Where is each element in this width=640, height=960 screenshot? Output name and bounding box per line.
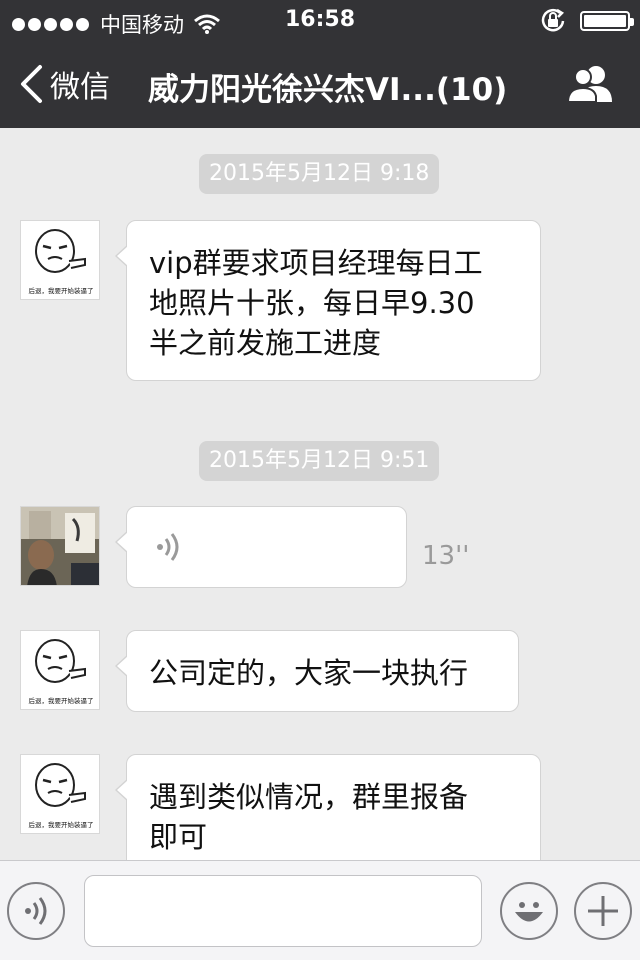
message-bubble[interactable]: 遇到类似情况，群里报备 即可 — [115, 754, 541, 860]
meme-face-avatar-image: 后退，我要开始装逼了 — [21, 631, 99, 709]
message-line: vip群要求项目经理每日工 — [149, 246, 483, 280]
emoji-button[interactable] — [500, 882, 558, 940]
voice-input-button[interactable] — [7, 882, 65, 940]
battery-nub — [630, 18, 634, 26]
voice-input-icon — [25, 897, 47, 925]
voice-message-bubble[interactable] — [115, 506, 407, 588]
chat-title: 威力阳光徐兴杰VI...(10) — [148, 72, 508, 108]
meme-face-avatar[interactable]: 后退，我要开始装逼了 — [20, 630, 100, 710]
message-bubble[interactable]: 公司定的，大家一块执行 — [115, 630, 519, 712]
emoji-smiley-icon — [515, 902, 543, 922]
voice-wave-icon — [157, 533, 179, 561]
rotation-lock-icon — [541, 8, 565, 32]
battery-fill — [584, 15, 626, 27]
back-button[interactable]: 微信 — [18, 62, 110, 106]
message-line: 地照片十张，每日早9.30 — [149, 286, 475, 320]
timestamp-divider: 2015年5月12日 9:51 — [199, 441, 440, 481]
status-bar: 中国移动 16:58 — [0, 0, 640, 40]
timestamp-divider: 2015年5月12日 9:18 — [199, 154, 440, 194]
message-line: 半之前发施工进度 — [149, 326, 382, 360]
message-line: 公司定的，大家一块执行 — [149, 656, 469, 690]
more-options-button[interactable] — [574, 882, 632, 940]
voice-duration: 13'' — [422, 541, 470, 571]
input-bar — [0, 860, 640, 960]
avatar-caption: 后退，我要开始装逼了 — [29, 820, 94, 829]
group-members-icon[interactable] — [566, 62, 616, 104]
meme-face-avatar[interactable]: 后退，我要开始装逼了 — [20, 754, 100, 834]
man-photo-avatar-image — [21, 507, 99, 585]
message-line: 即可 — [149, 820, 208, 854]
plus-icon — [588, 896, 618, 926]
meme-face-avatar-image: 后退，我要开始装逼了 — [21, 221, 99, 299]
back-label: 微信 — [50, 70, 110, 105]
avatar-caption: 后退，我要开始装逼了 — [29, 696, 94, 705]
nav-bar: 微信 威力阳光徐兴杰VI...(10) — [0, 40, 640, 128]
message-bubble[interactable]: vip群要求项目经理每日工 地照片十张，每日早9.30 半之前发施工进度 — [115, 220, 541, 381]
message-line: 遇到类似情况，群里报备 — [149, 780, 469, 814]
meme-face-avatar[interactable]: 后退，我要开始装逼了 — [20, 220, 100, 300]
battery-full-icon — [580, 11, 634, 31]
man-photo-avatar[interactable] — [20, 506, 100, 586]
meme-face-avatar-image: 后退，我要开始装逼了 — [21, 755, 99, 833]
chat-area[interactable]: 2015年5月12日 9:18 后退，我要开始装逼了 vip群要求项目经理每日工… — [0, 128, 640, 860]
chevron-left-icon — [21, 65, 42, 103]
avatar-caption: 后退，我要开始装逼了 — [29, 286, 94, 295]
message-input[interactable] — [84, 875, 482, 947]
